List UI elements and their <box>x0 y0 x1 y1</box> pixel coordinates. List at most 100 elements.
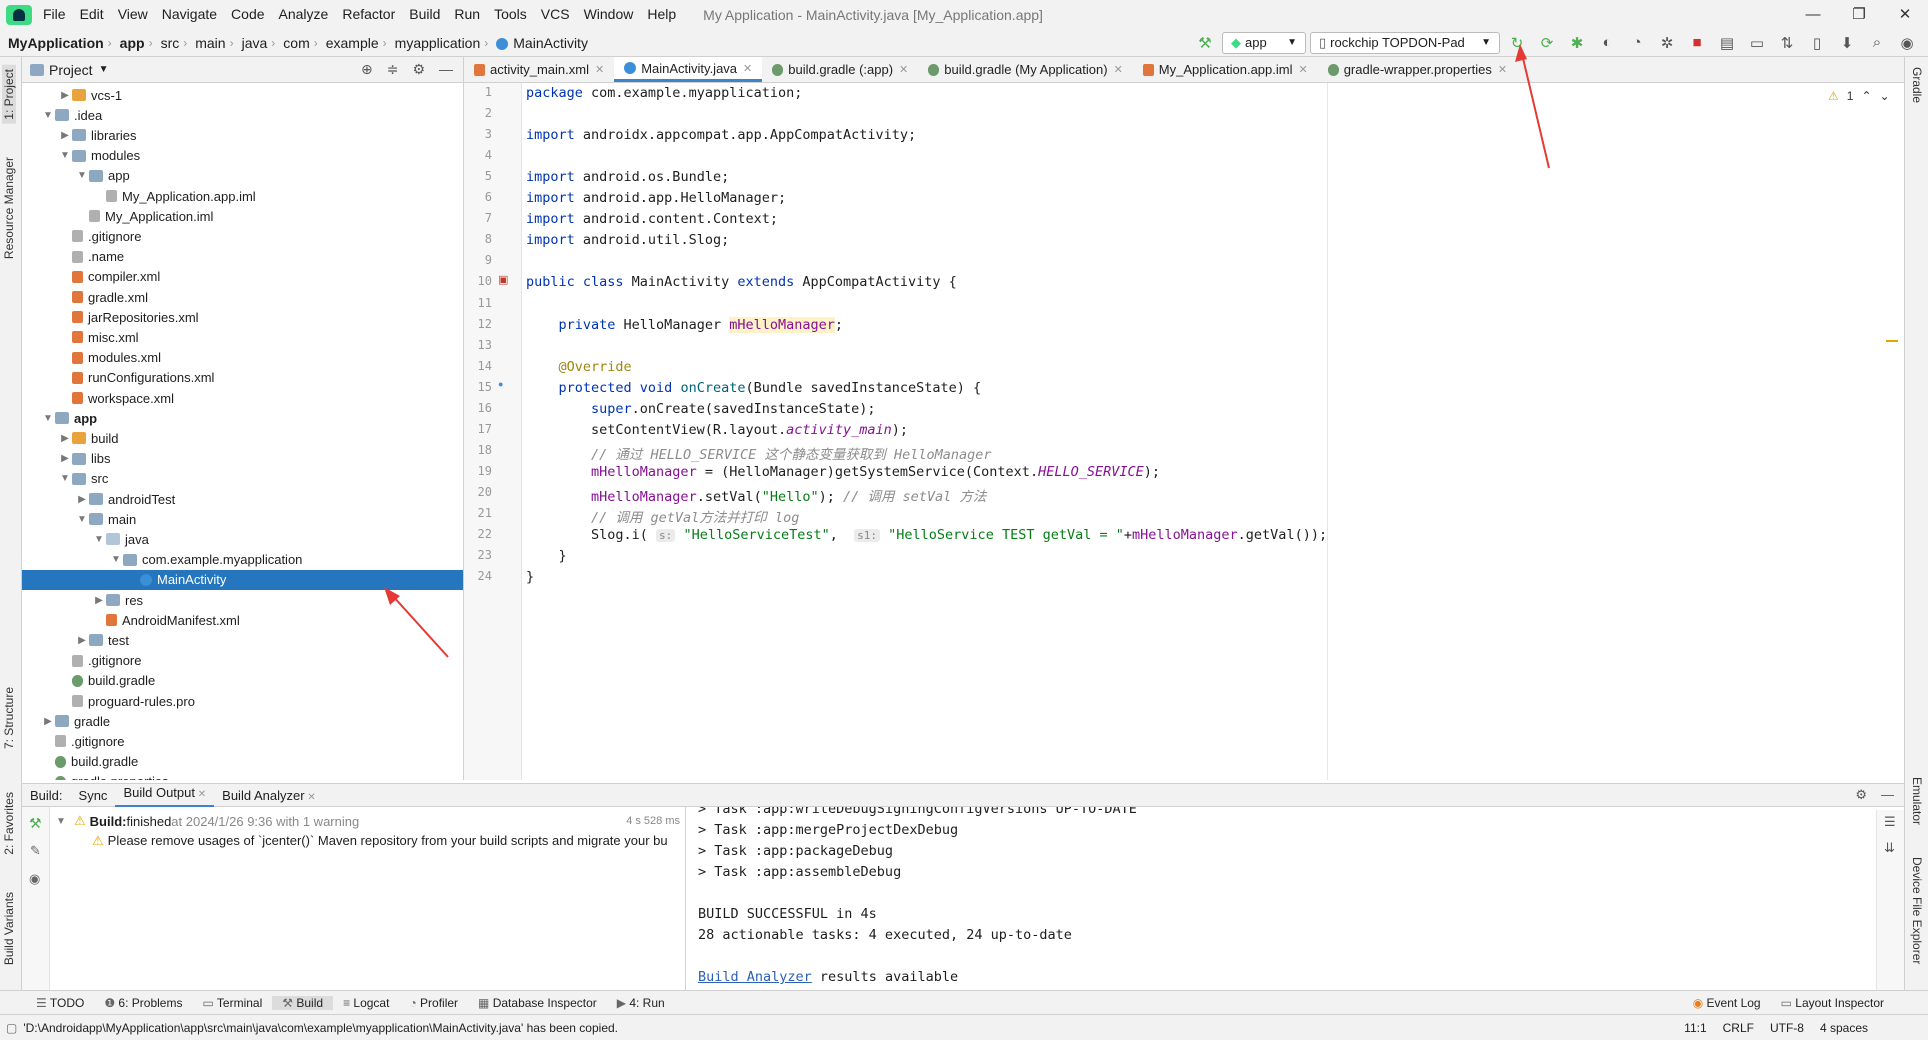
file-encoding[interactable]: UTF-8 <box>1770 1021 1804 1035</box>
chevron-right-icon[interactable]: ▶ <box>58 453 72 464</box>
inspection-widget[interactable]: ⚠ 1 ⌃ ⌄ <box>1828 89 1890 103</box>
tree-node[interactable]: misc.xml <box>22 327 463 347</box>
tree-node[interactable]: runConfigurations.xml <box>22 368 463 388</box>
tree-node[interactable]: My_Application.iml <box>22 206 463 226</box>
chevron-down-icon[interactable]: ▼ <box>92 534 106 545</box>
pin-icon[interactable]: ✎ <box>30 843 41 859</box>
tree-node[interactable]: ▼ app <box>22 408 463 428</box>
breadcrumb-item[interactable]: MyApplication <box>0 35 108 51</box>
override-gutter-icon[interactable]: ● <box>498 379 503 389</box>
tree-node[interactable]: .gitignore <box>22 226 463 246</box>
status-square-icon[interactable]: ▢ <box>6 1021 17 1035</box>
project-view-selector[interactable]: Project <box>49 62 93 78</box>
chevron-right-icon[interactable]: ▶ <box>41 716 55 727</box>
chevron-down-icon[interactable]: ▼ <box>58 150 72 161</box>
breadcrumb-item[interactable]: MainActivity <box>488 35 592 51</box>
code-line[interactable]: @Override <box>526 359 632 380</box>
layout-inspector-icon[interactable]: ▭ <box>1744 34 1770 52</box>
code-line[interactable]: import android.os.Bundle; <box>526 169 729 190</box>
menu-tools[interactable]: Tools <box>487 0 534 29</box>
hide-icon[interactable]: — <box>439 61 453 78</box>
debug-icon[interactable]: ✱ <box>1564 34 1590 52</box>
chevron-down-icon[interactable]: ▼ <box>75 514 89 525</box>
menu-help[interactable]: Help <box>640 0 683 29</box>
module-selector[interactable]: ◆ app ▼ <box>1222 31 1306 54</box>
chevron-up-icon[interactable]: ⌃ <box>1861 89 1871 103</box>
class-gutter-icon[interactable]: ▣ <box>498 273 508 286</box>
caret-position[interactable]: 11:1 <box>1684 1021 1706 1035</box>
sdk-manager-icon[interactable]: ⬇ <box>1834 34 1860 52</box>
structure-tab[interactable]: 7: Structure <box>2 687 16 749</box>
device-manager-icon[interactable]: ▤ <box>1714 34 1740 52</box>
tool-window-layout-inspector[interactable]: ▭ Layout Inspector <box>1771 996 1894 1010</box>
editor-tab[interactable]: build.gradle (:app) ✕ <box>762 57 918 82</box>
code-line[interactable]: public class MainActivity extends AppCom… <box>526 274 957 295</box>
build-variants-tab[interactable]: Build Variants <box>2 892 16 965</box>
tree-node[interactable]: ▼ com.example.myapplication <box>22 550 463 570</box>
menu-edit[interactable]: Edit <box>73 0 111 29</box>
breadcrumb-item[interactable]: java <box>234 35 272 51</box>
chevron-right-icon[interactable]: ▶ <box>75 635 89 646</box>
editor-tab[interactable]: My_Application.app.iml ✕ <box>1133 57 1318 82</box>
chevron-down-icon[interactable]: ▼ <box>75 170 89 181</box>
close-icon[interactable]: ✕ <box>305 792 315 803</box>
stop-icon[interactable]: ■ <box>1684 34 1710 51</box>
chevron-down-icon[interactable]: ▼ <box>58 473 72 484</box>
tree-node[interactable]: compiler.xml <box>22 267 463 287</box>
menu-run[interactable]: Run <box>447 0 487 29</box>
menu-vcs[interactable]: VCS <box>534 0 577 29</box>
menu-view[interactable]: View <box>111 0 155 29</box>
breadcrumb-item[interactable]: app <box>112 35 149 51</box>
editor-tab[interactable]: gradle-wrapper.properties ✕ <box>1318 57 1517 82</box>
tree-node[interactable]: ▶ build <box>22 428 463 448</box>
tree-node[interactable]: ▼ .idea <box>22 105 463 125</box>
eye-icon[interactable]: ◉ <box>29 871 40 887</box>
collapse-all-icon[interactable]: ≑ <box>387 61 399 78</box>
chevron-right-icon[interactable]: ▶ <box>58 130 72 141</box>
tree-node[interactable]: ▼ src <box>22 469 463 489</box>
minimize-icon[interactable]: — <box>1790 0 1836 29</box>
search-icon[interactable]: ⌕ <box>1864 34 1890 51</box>
device-file-explorer-tab[interactable]: Device File Explorer <box>1910 857 1924 964</box>
tree-node[interactable]: modules.xml <box>22 348 463 368</box>
restore-icon[interactable]: ❐ <box>1836 0 1882 29</box>
build-status-row[interactable]: ▼ ⚠ Build: finished at 2024/1/26 9:36 wi… <box>56 813 680 829</box>
tool-window--run[interactable]: ▶ 4: Run <box>607 996 675 1010</box>
build-tab[interactable]: Build Output ✕ <box>115 783 215 808</box>
tree-node[interactable]: ▼ java <box>22 529 463 549</box>
tree-node[interactable]: ▶ vcs-1 <box>22 85 463 105</box>
soft-wrap-icon[interactable]: ☰ <box>1884 814 1896 830</box>
editor-tab[interactable]: MainActivity.java ✕ <box>614 57 763 82</box>
build-tab[interactable]: Build Analyzer ✕ <box>214 788 324 803</box>
build-output-console[interactable]: > Task :app:writeDebugSigningConfigVersi… <box>686 807 1874 990</box>
menu-refactor[interactable]: Refactor <box>335 0 402 29</box>
code-editor[interactable]: package com.example.myapplication; import… <box>522 83 1904 780</box>
chevron-down-icon[interactable]: ▼ <box>41 110 55 121</box>
tree-node[interactable]: build.gradle <box>22 752 463 772</box>
tree-node[interactable]: ▶ libs <box>22 449 463 469</box>
chevron-right-icon[interactable]: ▶ <box>75 494 89 505</box>
emulator-tab[interactable]: Emulator <box>1910 777 1924 825</box>
hammer-icon[interactable]: ⚒ <box>1192 34 1218 52</box>
build-tab[interactable]: Sync <box>71 788 116 803</box>
code-line[interactable]: } <box>526 548 567 569</box>
chevron-down-icon[interactable]: ⌄ <box>1880 89 1890 103</box>
gradle-tab[interactable]: Gradle <box>1910 67 1924 103</box>
menu-analyze[interactable]: Analyze <box>272 0 336 29</box>
chevron-right-icon[interactable]: ▶ <box>92 595 106 606</box>
project-tool-tab[interactable]: 1: Project <box>2 65 16 124</box>
gear-icon[interactable]: ⚙ <box>412 61 425 78</box>
tree-node[interactable]: ▼ modules <box>22 146 463 166</box>
tree-node[interactable]: gradle.xml <box>22 287 463 307</box>
code-line[interactable]: mHelloManager.setVal("Hello"); // 调用 set… <box>526 485 986 506</box>
menu-file[interactable]: File <box>36 0 73 29</box>
breadcrumb-item[interactable]: src <box>153 35 184 51</box>
code-line[interactable]: private HelloManager mHelloManager; <box>526 316 843 338</box>
sync-gradle-icon[interactable]: ⇅ <box>1774 34 1800 52</box>
tool-window-terminal[interactable]: ▭ Terminal <box>192 996 272 1010</box>
code-line[interactable]: mHelloManager = (HelloManager)getSystemS… <box>526 464 1160 485</box>
tree-node[interactable]: build.gradle <box>22 671 463 691</box>
code-line[interactable]: import android.util.Slog; <box>526 232 729 253</box>
chevron-down-icon[interactable]: ▼ <box>109 554 123 565</box>
breadcrumb-item[interactable]: com <box>275 35 313 51</box>
